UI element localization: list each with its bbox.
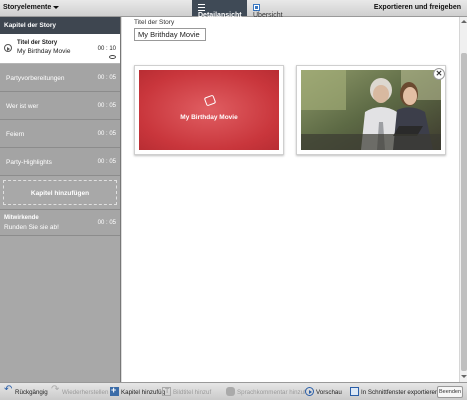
export-share-button[interactable]: Exportieren und freigeben xyxy=(374,4,461,11)
finish-button[interactable]: Beenden xyxy=(437,386,463,398)
chapter-duration: 00 : 10 xyxy=(97,46,116,52)
add-chapter-label: Kapitel hinzufüg xyxy=(121,389,166,396)
play-icon[interactable] xyxy=(4,44,12,52)
preview-button[interactable]: Vorschau xyxy=(305,387,342,396)
title-card-text: My Birthday Movie xyxy=(180,114,238,121)
tab-overview[interactable]: Übersicht xyxy=(247,0,297,19)
add-chapter-icon xyxy=(110,385,119,396)
add-chapter-toolbar-button[interactable]: Kapitel hinzufüg xyxy=(110,385,166,396)
chapter-item-story-title[interactable]: Titel der Story My Birthday Movie 00 : 1… xyxy=(0,34,120,64)
photo-thumbnail[interactable] xyxy=(301,70,441,150)
vertical-scrollbar[interactable] xyxy=(459,17,467,382)
scrollbar-thumb[interactable] xyxy=(461,53,467,371)
add-chapter-button[interactable]: Kapitel hinzufügen xyxy=(3,180,117,205)
export-timeline-button[interactable]: In Schnittfenster exportieren xyxy=(350,387,438,396)
export-timeline-label: In Schnittfenster exportieren xyxy=(361,389,439,396)
chapter-duration: 00 : 05 xyxy=(97,131,116,137)
chapter-item[interactable]: Feiern 00 : 05 xyxy=(0,120,120,148)
story-title-label: Titel der Story xyxy=(134,19,175,26)
chapter-duration: 00 : 05 xyxy=(97,75,116,81)
bottom-toolbar: Rückgängig Wiederherstellen Kapitel hinz… xyxy=(0,382,467,400)
storyelements-menu-label: Storyelemente xyxy=(3,4,52,11)
list-view-icon xyxy=(198,4,205,11)
story-title-input[interactable] xyxy=(134,28,206,41)
story-detail-panel: Titel der Story My Birthday Movie xyxy=(122,17,467,382)
redo-label: Wiederherstellen xyxy=(62,389,109,396)
eye-icon[interactable] xyxy=(109,55,116,59)
chapter-subtitle: My Birthday Movie xyxy=(17,48,71,55)
add-caption-button[interactable]: Bildtitel hinzuf xyxy=(162,387,211,396)
chapter-duration: 00 : 05 xyxy=(97,103,116,109)
preview-label: Vorschau xyxy=(316,389,342,396)
play-icon xyxy=(305,387,314,396)
chapter-name: Partyvorbereitungen xyxy=(6,75,65,82)
microphone-icon xyxy=(226,387,235,396)
chapter-name: Feiern xyxy=(6,131,25,138)
export-icon xyxy=(350,387,359,396)
chapter-duration: 00 : 05 xyxy=(97,220,116,226)
storyelements-menu[interactable]: Storyelemente xyxy=(3,4,60,11)
add-caption-label: Bildtitel hinzuf xyxy=(173,389,212,396)
chapter-item[interactable]: Wer ist wer 00 : 05 xyxy=(0,92,120,120)
tab-detail-view[interactable]: Detailansicht xyxy=(192,0,247,19)
redo-button[interactable]: Wiederherstellen xyxy=(51,384,109,396)
grid-view-icon xyxy=(253,4,260,11)
chapter-name: Wer ist wer xyxy=(6,103,39,110)
undo-icon xyxy=(4,384,13,396)
media-card-photo[interactable]: ✕ xyxy=(296,65,446,155)
chapter-sidebar: Kapitel der Story Titel der Story My Bir… xyxy=(0,17,121,382)
chapter-name: Party-Highlights xyxy=(6,159,52,166)
photo-image xyxy=(301,70,441,150)
close-icon[interactable]: ✕ xyxy=(433,68,445,80)
undo-label: Rückgängig xyxy=(15,389,48,396)
chapter-duration: 00 : 05 xyxy=(97,159,116,165)
chevron-down-icon xyxy=(53,5,60,9)
title-card-thumbnail[interactable]: My Birthday Movie xyxy=(139,70,279,150)
chapter-label: Titel der Story xyxy=(17,40,58,46)
chapter-item[interactable]: Party-Highlights 00 : 05 xyxy=(0,148,120,176)
redo-icon xyxy=(51,384,60,396)
chapter-item-cast[interactable]: Mitwirkende Runden Sie sie ab! 00 : 05 xyxy=(0,209,120,236)
undo-button[interactable]: Rückgängig xyxy=(4,384,48,396)
title-tag-icon xyxy=(203,94,217,107)
media-card-title[interactable]: My Birthday Movie xyxy=(134,65,284,155)
sidebar-header: Kapitel der Story xyxy=(0,17,120,34)
cast-label: Mitwirkende xyxy=(4,215,39,221)
chapter-item[interactable]: Partyvorbereitungen 00 : 05 xyxy=(0,64,120,92)
text-icon xyxy=(162,387,171,396)
voiceover-button[interactable]: Sprachkommentar hinzuf xyxy=(226,387,306,396)
voiceover-label: Sprachkommentar hinzuf xyxy=(237,389,306,396)
scroll-down-arrow-icon[interactable] xyxy=(461,373,467,381)
cast-subtitle: Runden Sie sie ab! xyxy=(4,224,59,231)
scroll-up-arrow-icon[interactable] xyxy=(461,18,467,26)
top-toolbar: Storyelemente Detailansicht Übersicht Ex… xyxy=(0,0,467,19)
